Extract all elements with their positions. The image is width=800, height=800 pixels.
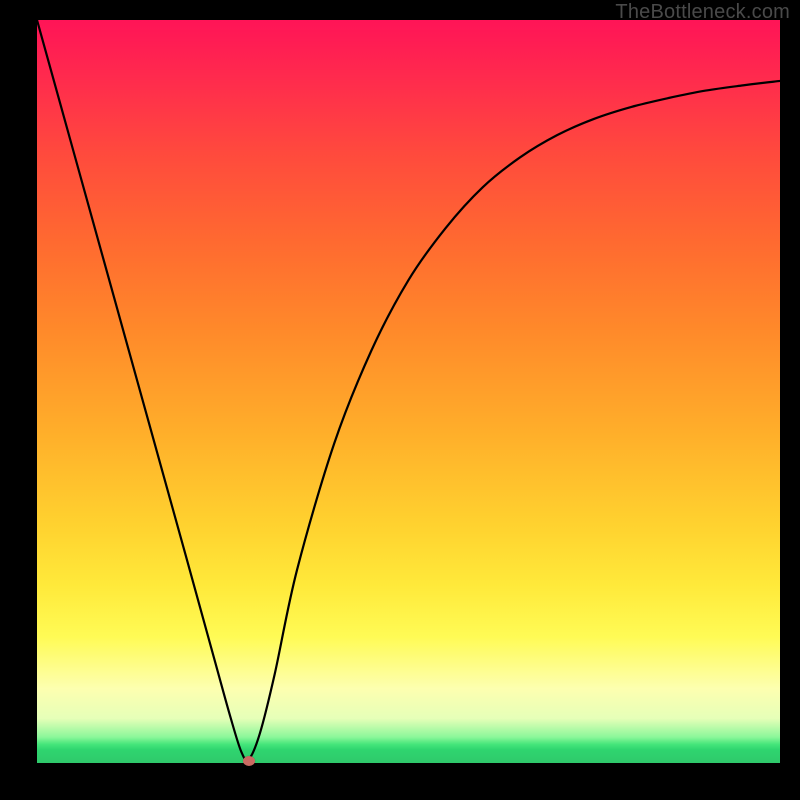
chart-frame: TheBottleneck.com xyxy=(0,0,800,800)
min-marker xyxy=(243,756,255,766)
plot-area xyxy=(37,20,780,763)
bottleneck-curve xyxy=(37,20,780,763)
watermark-label: TheBottleneck.com xyxy=(615,2,790,22)
